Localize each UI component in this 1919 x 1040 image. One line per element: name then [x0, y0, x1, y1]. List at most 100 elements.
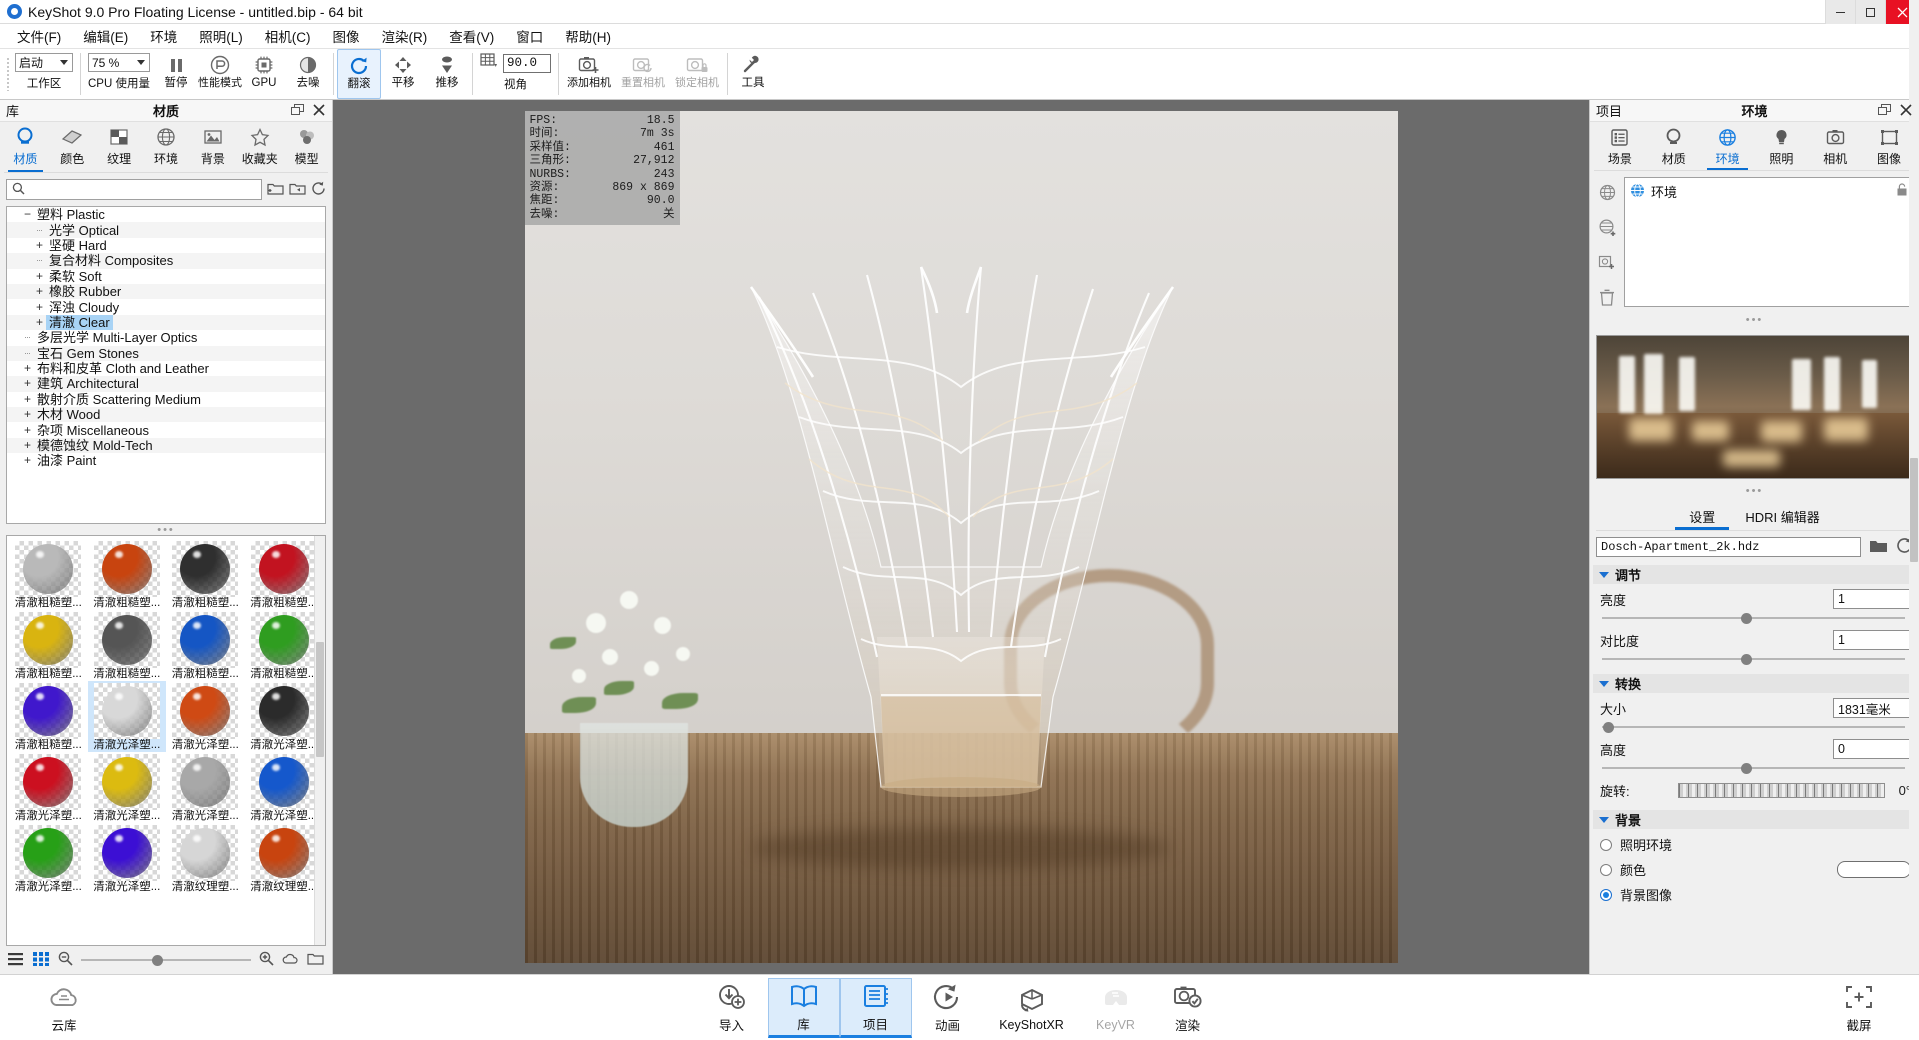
delete-environment-icon[interactable]	[1598, 288, 1616, 310]
list-view-icon[interactable]	[8, 952, 25, 969]
bg-option-lighting-environment[interactable]: 照明环境	[1590, 829, 1919, 854]
tree-toggle[interactable]: −	[21, 207, 34, 222]
tree-row[interactable]: + 模德蚀纹 Mold-Tech	[7, 437, 325, 454]
section-transform[interactable]: 转换	[1593, 674, 1916, 693]
performance-mode-button[interactable]: 性能模式	[198, 49, 242, 99]
library-splitter-handle[interactable]: •••	[0, 524, 332, 536]
open-hdri-folder-icon[interactable]	[1869, 538, 1888, 557]
size-input[interactable]: 1831毫米	[1833, 698, 1911, 718]
import-button[interactable]: 导入	[696, 978, 768, 1038]
project-panel-scrollbar[interactable]	[1909, 0, 1919, 1040]
search-input[interactable]	[30, 182, 256, 197]
tree-row[interactable]: + 木材 Wood	[7, 407, 325, 423]
library-tab-environments[interactable]: 环境	[143, 122, 190, 172]
bg-option-backplate-image[interactable]: 背景图像	[1590, 879, 1919, 904]
add-folder-icon[interactable]	[267, 181, 284, 199]
height-input[interactable]: 0	[1833, 739, 1911, 759]
material-thumbnail[interactable]: 清澈粗糙塑...	[9, 539, 88, 610]
menu-file[interactable]: 文件(F)	[6, 23, 72, 49]
section-adjust[interactable]: 调节	[1593, 565, 1916, 584]
tree-toggle[interactable]: +	[21, 407, 34, 422]
open-folder-icon[interactable]	[289, 181, 306, 199]
tree-toggle[interactable]: +	[21, 392, 34, 407]
menu-edit[interactable]: 编辑(E)	[72, 23, 139, 49]
duplicate-environment-icon[interactable]	[1598, 253, 1617, 275]
close-panel-icon[interactable]	[313, 103, 325, 118]
brightness-slider[interactable]	[1590, 609, 1919, 625]
height-slider[interactable]	[1590, 759, 1919, 775]
menu-render[interactable]: 渲染(R)	[371, 23, 439, 49]
tree-toggle[interactable]: +	[21, 438, 34, 453]
tools-button[interactable]: 工具	[731, 49, 775, 99]
tree-row[interactable]: + 建筑 Architectural	[7, 376, 325, 392]
cloud-upload-icon[interactable]	[282, 952, 299, 969]
settings-splitter-handle[interactable]: •••	[1590, 485, 1919, 497]
environment-list-item[interactable]: 环境	[1630, 182, 1909, 201]
bg-option-color[interactable]: 颜色	[1590, 854, 1919, 879]
zoom-in-icon[interactable]	[259, 951, 274, 969]
thumbnail-size-slider[interactable]	[81, 953, 251, 967]
reset-camera-button[interactable]: 重置相机	[616, 49, 670, 99]
library-tab-favorites[interactable]: 收藏夹	[236, 122, 283, 172]
library-tab-colors[interactable]: 颜色	[49, 122, 96, 172]
contrast-input[interactable]: 1	[1833, 630, 1911, 650]
add-camera-button[interactable]: 添加相机	[562, 49, 616, 99]
tree-toggle[interactable]: +	[21, 453, 34, 468]
material-thumbnail[interactable]: 清澈粗糙塑...	[88, 539, 167, 610]
menu-image[interactable]: 图像	[322, 23, 371, 49]
undock-icon[interactable]	[291, 103, 304, 118]
material-thumbnail[interactable]: 清澈粗糙塑...	[245, 539, 324, 610]
close-panel-icon[interactable]	[1900, 103, 1912, 118]
menu-lighting[interactable]: 照明(L)	[188, 23, 254, 49]
material-thumbnail[interactable]: 清澈粗糙塑...	[245, 610, 324, 681]
radio-button-selected[interactable]	[1600, 888, 1612, 901]
project-tab-image[interactable]: 图像	[1862, 122, 1916, 170]
library-tab-textures[interactable]: 纹理	[96, 122, 143, 172]
material-thumbnail[interactable]: 清澈光泽塑...	[166, 752, 245, 823]
tree-row[interactable]: − 塑料 Plastic	[7, 207, 325, 222]
tree-row[interactable]: + 橡胶 Rubber	[7, 283, 325, 300]
undock-icon[interactable]	[1878, 103, 1891, 118]
section-background[interactable]: 背景	[1593, 810, 1916, 829]
project-tab-environment[interactable]: 环境	[1701, 122, 1755, 170]
brightness-input[interactable]: 1	[1833, 589, 1911, 609]
tree-row[interactable]: + 油漆 Paint	[7, 453, 325, 468]
material-grid-scrollbar[interactable]	[314, 536, 325, 945]
material-thumbnail[interactable]: 清澈粗糙塑...	[166, 539, 245, 610]
render-button[interactable]: 渲染	[1152, 978, 1224, 1038]
material-thumbnail[interactable]: 清澈粗糙塑...	[9, 610, 88, 681]
tree-toggle[interactable]: +	[33, 269, 46, 284]
refresh-icon[interactable]	[311, 181, 326, 199]
material-thumbnail[interactable]: 清澈粗糙塑...	[9, 681, 88, 752]
grid-view-icon[interactable]	[33, 951, 50, 969]
material-thumbnail[interactable]: 清澈粗糙塑...	[88, 610, 167, 681]
menu-environment[interactable]: 环境	[139, 23, 188, 49]
tree-row[interactable]: + 杂项 Miscellaneous	[7, 422, 325, 438]
dolly-tool-button[interactable]: 推移	[425, 49, 469, 99]
tree-toggle[interactable]: +	[33, 238, 46, 253]
material-thumbnail[interactable]: 清澈光泽塑...	[166, 681, 245, 752]
project-tab-material[interactable]: 材质	[1647, 122, 1701, 170]
material-thumbnail[interactable]: 清澈纹理塑...	[245, 823, 324, 894]
project-tab-camera[interactable]: 相机	[1808, 122, 1862, 170]
material-thumbnail[interactable]: 清澈纹理塑...	[166, 823, 245, 894]
tree-toggle[interactable]: +	[33, 300, 46, 315]
tree-row[interactable]: 宝石 Gem Stones	[7, 345, 325, 361]
add-environment-icon[interactable]	[1598, 218, 1617, 240]
tree-row[interactable]: 多层光学 Multi-Layer Optics	[7, 330, 325, 345]
pause-button[interactable]: 暂停	[154, 49, 198, 99]
material-thumbnail[interactable]: 清澈光泽塑...	[87, 681, 166, 752]
keyvr-button[interactable]: KeyVR	[1080, 978, 1152, 1038]
library-button[interactable]: 库	[767, 977, 840, 1038]
tree-row[interactable]: 光学 Optical	[7, 222, 325, 238]
environment-splitter-handle[interactable]: •••	[1590, 314, 1919, 326]
tree-row[interactable]: + 散射介质 Scattering Medium	[7, 392, 325, 407]
minimize-button[interactable]	[1825, 0, 1855, 24]
search-box[interactable]	[6, 179, 262, 200]
environment-list[interactable]: 环境	[1624, 177, 1915, 307]
tab-hdri-editor[interactable]: HDRI 编辑器	[1745, 507, 1819, 530]
size-slider[interactable]	[1590, 718, 1919, 734]
hdri-preview-image[interactable]	[1596, 335, 1913, 479]
tree-row-selected[interactable]: + 清澈 Clear	[7, 314, 325, 331]
project-tab-lighting[interactable]: 照明	[1754, 122, 1808, 170]
